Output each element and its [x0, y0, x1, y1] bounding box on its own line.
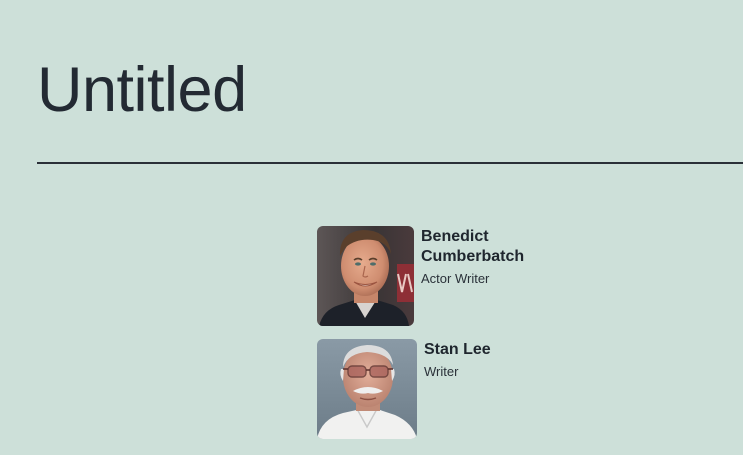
person-card-benedict-cumberbatch[interactable]: Benedict Cumberbatch Actor Writer: [317, 226, 697, 326]
portrait-photo-icon: [317, 226, 414, 326]
person-roles: Writer: [424, 364, 459, 379]
person-photo[interactable]: [317, 226, 414, 326]
person-info: Benedict Cumberbatch Actor Writer: [421, 227, 541, 288]
people-list: Benedict Cumberbatch Actor Writer Stan L…: [317, 226, 697, 452]
person-name[interactable]: Stan Lee: [424, 340, 544, 360]
person-photo[interactable]: [317, 339, 417, 439]
person-name[interactable]: Benedict Cumberbatch: [421, 227, 541, 267]
title-divider: [37, 162, 743, 164]
person-card-stan-lee[interactable]: Stan Lee Writer: [317, 339, 697, 439]
portrait-photo-icon: [317, 339, 417, 439]
page-title: Untitled: [37, 55, 247, 125]
person-roles: Actor Writer: [421, 271, 490, 286]
person-info: Stan Lee Writer: [424, 340, 544, 381]
